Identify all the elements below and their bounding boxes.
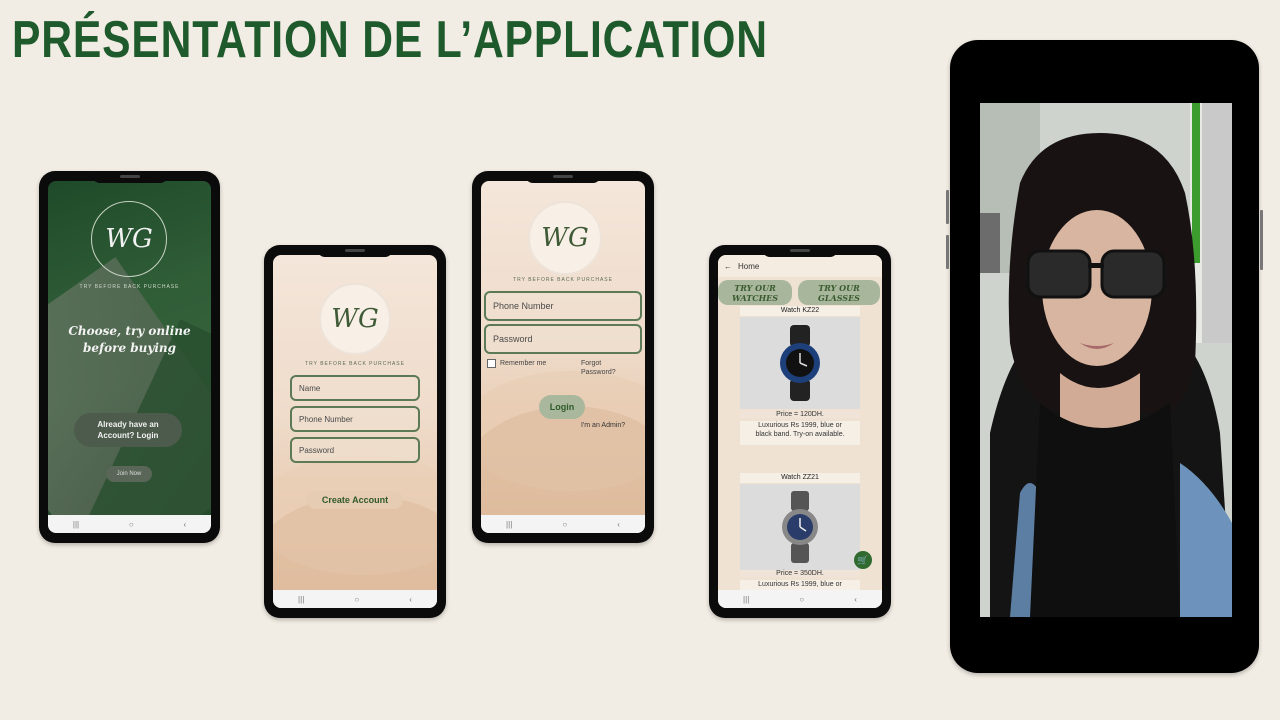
logo-text: WG <box>105 224 153 254</box>
create-account-button[interactable]: Create Account <box>307 491 403 509</box>
system-nav-bar: ||| ○ ‹ <box>273 590 437 608</box>
back-icon[interactable]: ‹ <box>183 520 186 529</box>
password-input[interactable]: Password <box>484 324 642 354</box>
cart-icon[interactable]: 🛒 <box>854 551 872 569</box>
checkbox-box[interactable] <box>487 359 496 368</box>
tagline: TRY BEFORE BACK PURCHASE <box>79 284 180 290</box>
tagline: TRY BEFORE BACK PURCHASE <box>305 361 405 367</box>
forgot-link-line: Forgot <box>581 360 602 367</box>
login-link-button[interactable]: Already have an Account? Login <box>74 413 182 447</box>
home-header: ← Home <box>718 255 882 277</box>
product-title: Watch ZZ21 <box>740 473 860 483</box>
description-line: black band. Try-on available. <box>755 431 845 438</box>
brand-logo: WG <box>91 201 167 277</box>
slide-title: PRÉSENTATION DE L’APPLICATION <box>12 11 768 69</box>
login-screen: WG TRY BEFORE BACK PURCHASE Phone Number… <box>481 181 645 533</box>
recent-apps-icon[interactable]: ||| <box>743 595 749 604</box>
side-button <box>946 235 949 269</box>
phone-home: ← Home TRY OUR WATCHES TRY OUR GLASSES Wat… <box>709 245 891 618</box>
tab-line: GLASSES <box>818 292 860 303</box>
remember-me-label: Remember me <box>500 360 547 367</box>
phone-notch <box>525 171 601 183</box>
tab-try-glasses[interactable]: TRY OUR GLASSES <box>798 280 880 305</box>
product-description: Luxurious Rs 1999, blue or black band. T… <box>740 421 860 445</box>
brand-logo: WG <box>528 201 602 275</box>
join-now-button[interactable]: Join Now <box>106 466 152 482</box>
welcome-screen: WG TRY BEFORE BACK PURCHASE Choose, try … <box>48 181 211 533</box>
home-icon[interactable]: ○ <box>129 520 134 529</box>
recent-apps-icon[interactable]: ||| <box>73 520 79 529</box>
product-description: Luxurious Rs 1999, blue or <box>740 580 860 590</box>
description-line: Luxurious Rs 1999, blue or <box>758 422 842 429</box>
signup-screen: WG TRY BEFORE BACK PURCHASE Name Phone N… <box>273 255 437 608</box>
product-price: Price = 350DH. <box>740 570 860 577</box>
home-icon[interactable]: ○ <box>354 595 359 604</box>
home-title: Home <box>738 261 760 271</box>
phone-number-input[interactable]: Phone Number <box>484 291 642 321</box>
headline-line: before buying <box>82 341 177 355</box>
tab-try-watches[interactable]: TRY OUR WATCHES <box>718 280 792 305</box>
tab-line: TRY OUR <box>734 282 776 293</box>
tab-line: TRY OUR <box>818 282 860 293</box>
product-image[interactable] <box>740 484 860 570</box>
home-icon[interactable]: ○ <box>799 595 804 604</box>
product-price: Price = 120DH. <box>740 411 860 418</box>
watch-image-icon <box>782 491 818 563</box>
recent-apps-icon[interactable]: ||| <box>506 520 512 529</box>
product-image[interactable] <box>740 317 860 409</box>
brand-logo: WG <box>319 283 391 355</box>
phone-login: WG TRY BEFORE BACK PURCHASE Phone Number… <box>472 171 654 543</box>
phone-notch <box>317 245 393 257</box>
phone-welcome: WG TRY BEFORE BACK PURCHASE Choose, try … <box>39 171 220 543</box>
try-on-photo <box>980 103 1232 617</box>
remember-me-checkbox[interactable]: Remember me <box>487 359 546 368</box>
logo-text: WG <box>331 304 379 334</box>
phone-notch <box>762 245 838 257</box>
admin-link[interactable]: I'm an Admin? <box>581 422 625 429</box>
system-nav-bar: ||| ○ ‹ <box>481 515 645 533</box>
password-field[interactable]: Password <box>290 437 420 463</box>
back-icon[interactable]: ‹ <box>854 595 857 604</box>
forgot-link-line: Password? <box>581 369 616 376</box>
forgot-password-link[interactable]: Forgot Password? <box>581 359 616 377</box>
login-button[interactable]: Login <box>539 395 585 419</box>
back-arrow-icon[interactable]: ← <box>724 262 732 271</box>
tagline: TRY BEFORE BACK PURCHASE <box>513 277 613 283</box>
welcome-headline: Choose, try online before buying <box>48 323 211 357</box>
phone-number-field[interactable]: Phone Number <box>290 406 420 432</box>
recent-apps-icon[interactable]: ||| <box>298 595 304 604</box>
home-screen: ← Home TRY OUR WATCHES TRY OUR GLASSES Wat… <box>718 255 882 608</box>
back-icon[interactable]: ‹ <box>409 595 412 604</box>
logo-text: WG <box>541 223 589 253</box>
watch-image-icon <box>780 325 820 401</box>
system-nav-bar: ||| ○ ‹ <box>718 590 882 608</box>
home-icon[interactable]: ○ <box>562 520 567 529</box>
phone-signup: WG TRY BEFORE BACK PURCHASE Name Phone N… <box>264 245 446 618</box>
try-on-camera-view <box>980 103 1232 617</box>
system-nav-bar: ||| ○ ‹ <box>48 515 211 533</box>
tab-line: WATCHES <box>732 292 778 303</box>
phone-notch <box>91 171 168 183</box>
phone-try-on <box>946 40 1263 673</box>
product-title: Watch KZ22 <box>740 306 860 316</box>
back-icon[interactable]: ‹ <box>617 520 620 529</box>
description-line: Luxurious Rs 1999, blue or <box>758 581 842 588</box>
login-pill-line: Already have an <box>97 420 159 429</box>
side-button <box>946 190 949 224</box>
name-field[interactable]: Name <box>290 375 420 401</box>
side-button <box>1260 210 1263 270</box>
headline-line: Choose, try online <box>68 324 191 338</box>
login-pill-line: Account? Login <box>97 431 159 440</box>
